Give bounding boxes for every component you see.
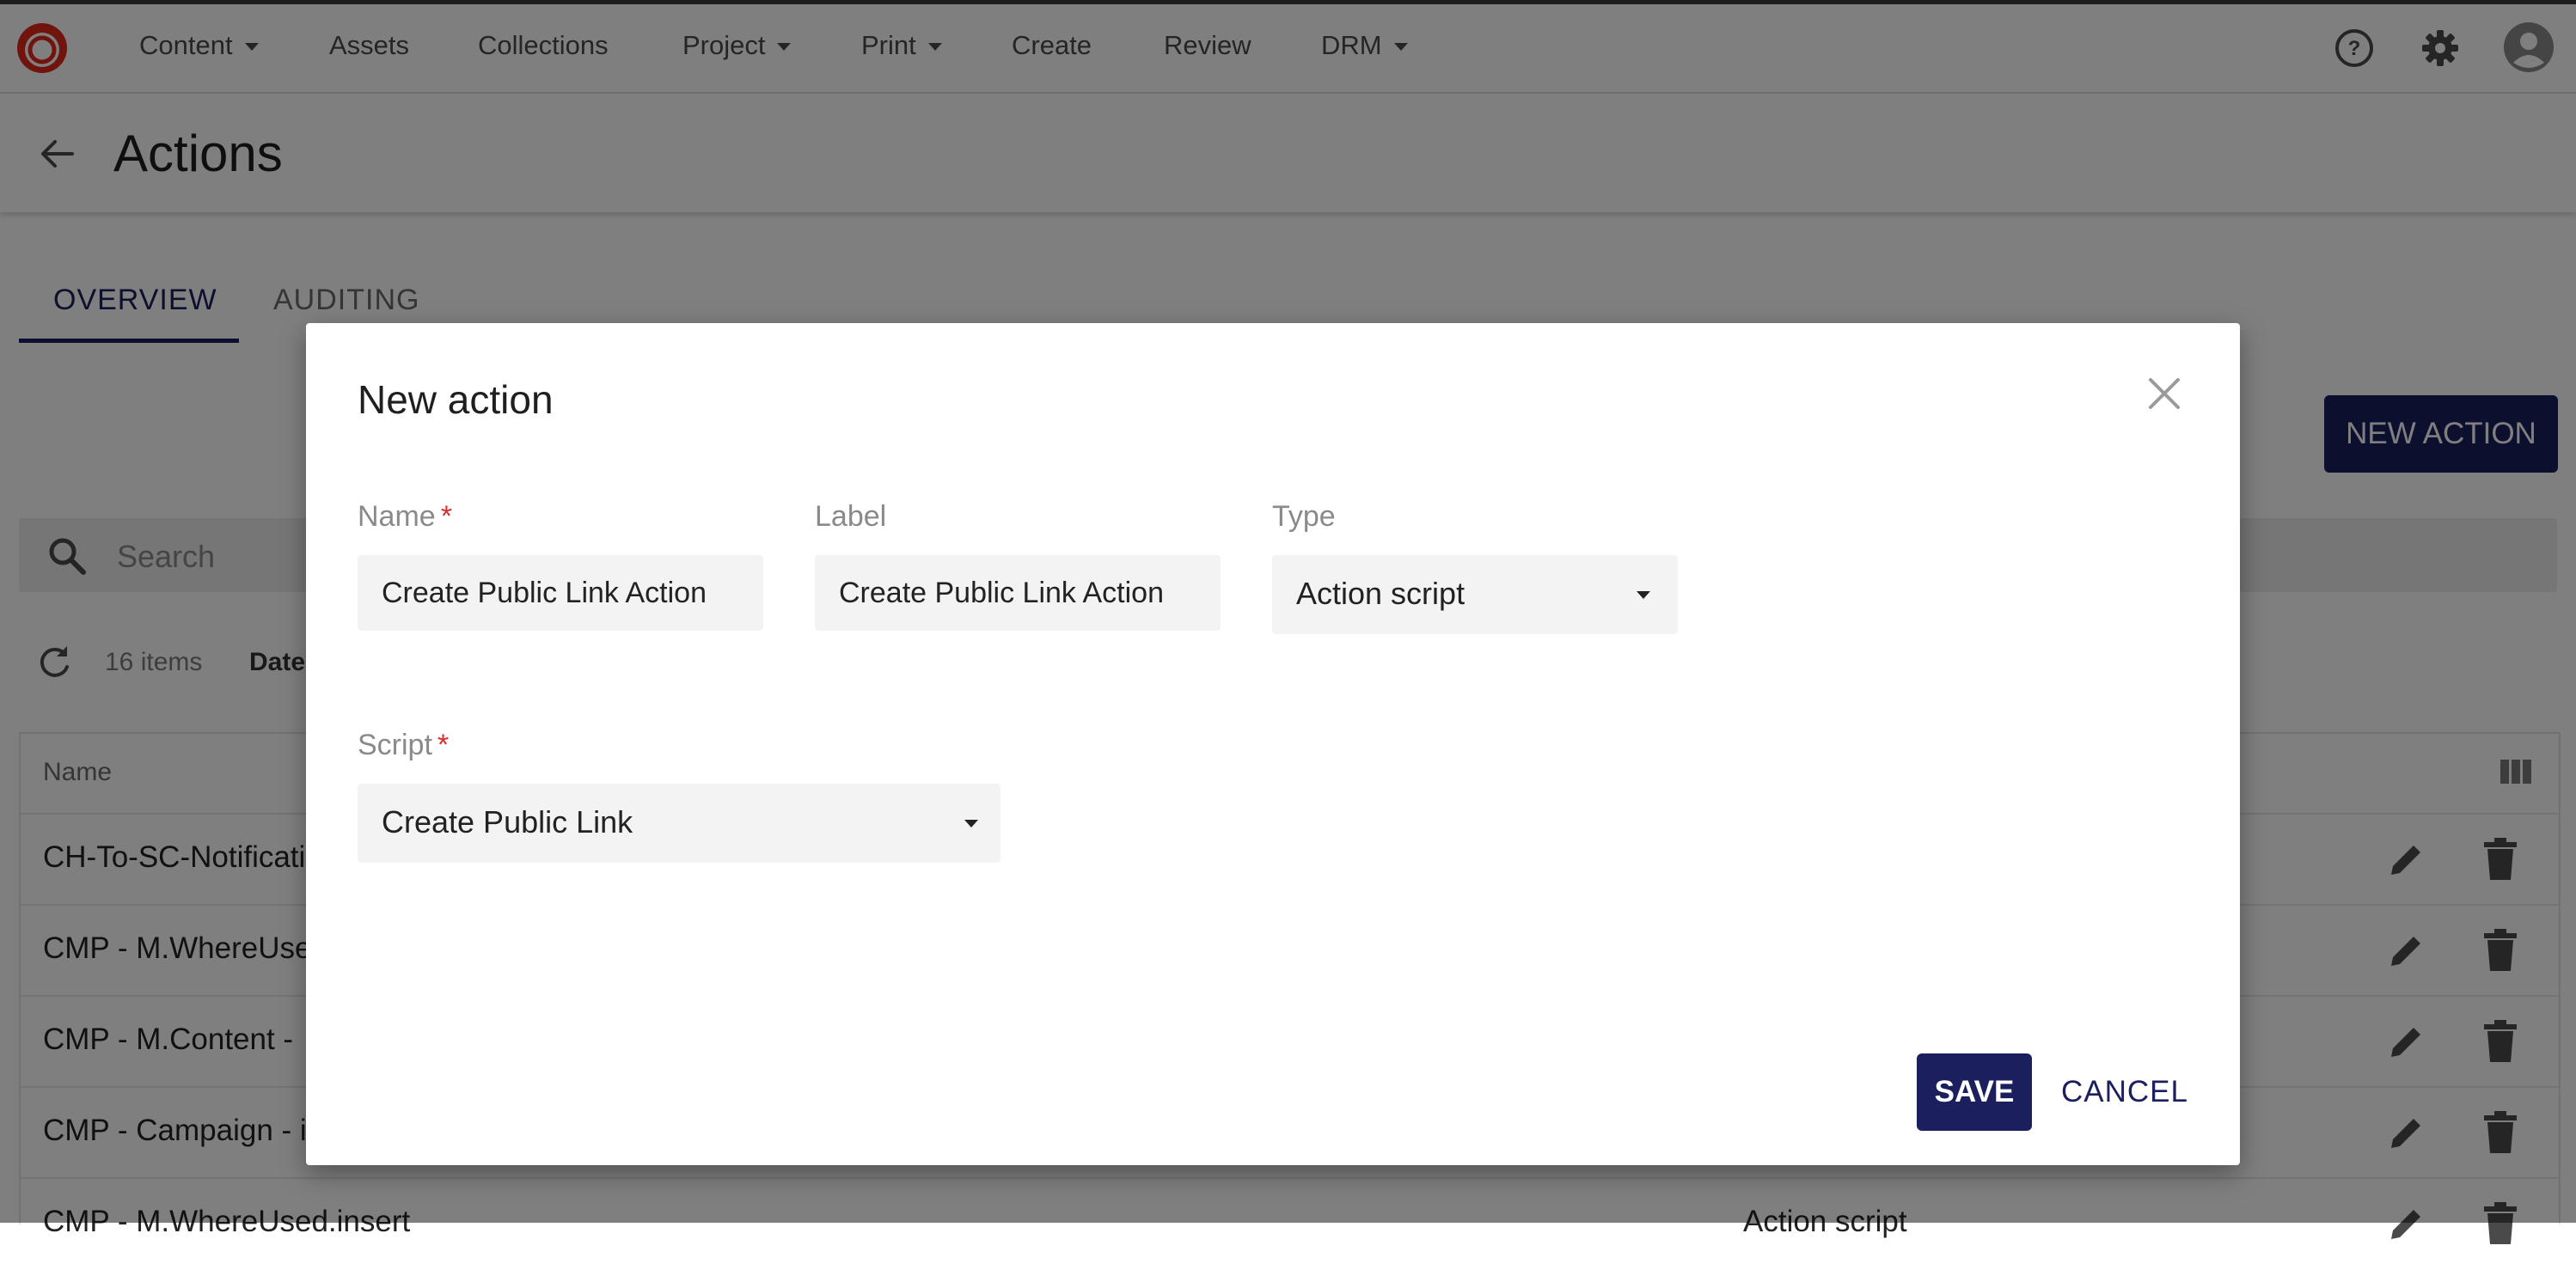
script-label-text: Script xyxy=(358,729,432,761)
type-select[interactable]: Action script xyxy=(1272,555,1678,634)
required-mark: * xyxy=(437,729,450,761)
label-field-label: Label xyxy=(815,500,887,533)
save-button[interactable]: SAVE xyxy=(1917,1053,2032,1131)
name-label-text: Name xyxy=(358,500,436,533)
script-select-value: Create Public Link xyxy=(382,804,633,840)
name-input[interactable] xyxy=(358,555,763,631)
dialog-title: New action xyxy=(358,377,554,422)
chevron-down-icon xyxy=(964,820,978,827)
cancel-button[interactable]: CANCEL xyxy=(2049,1053,2200,1131)
label-input[interactable] xyxy=(815,555,1221,631)
name-field-label: Name * xyxy=(358,500,452,534)
type-select-value: Action script xyxy=(1296,576,1465,611)
required-mark: * xyxy=(440,500,452,533)
chevron-down-icon xyxy=(1637,591,1650,599)
close-icon[interactable] xyxy=(2145,375,2183,412)
new-action-dialog: New action Name* Label Type Action scrip… xyxy=(306,323,2240,1165)
script-select[interactable]: Create Public Link xyxy=(358,784,1000,863)
type-field-label: Type xyxy=(1272,500,1336,533)
script-field-label: Script * xyxy=(358,729,449,762)
